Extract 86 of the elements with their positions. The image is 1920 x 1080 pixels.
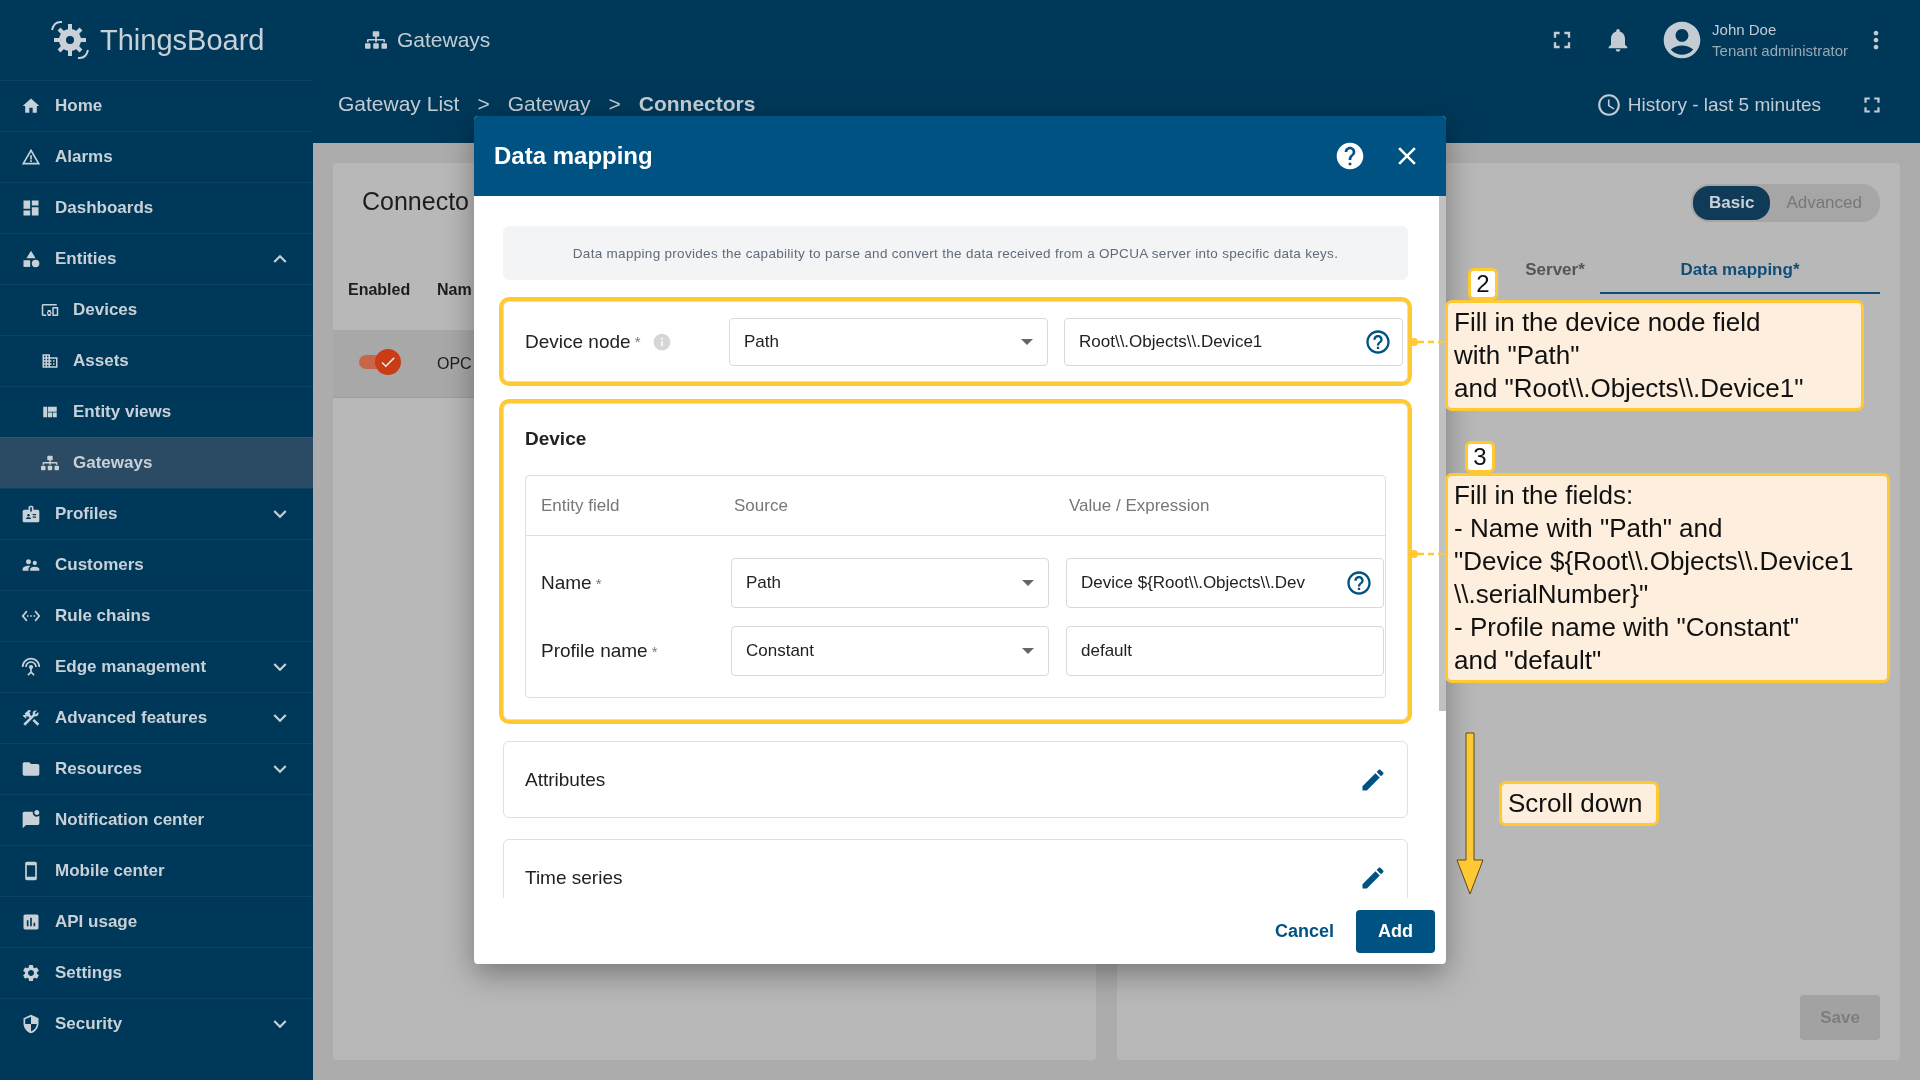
breadcrumb-separator: >	[477, 92, 490, 116]
sidebar-item[interactable]: Edge management	[0, 641, 313, 692]
breadcrumb-link[interactable]: Gateway	[507, 92, 591, 116]
section-panel[interactable]: Attributes	[503, 741, 1408, 818]
dialog-title: Data mapping	[494, 142, 654, 170]
shield-icon	[21, 1014, 41, 1034]
antenna-icon	[21, 657, 41, 677]
help-icon[interactable]	[1364, 327, 1392, 356]
warning-icon	[21, 147, 41, 167]
step-number: 2	[1468, 268, 1498, 300]
column-header: Enabled	[348, 280, 412, 299]
sidebar-item[interactable]: Mobile center	[0, 845, 313, 896]
history-button[interactable]: History - last 5 minutes	[1595, 92, 1821, 118]
app-logo-text: ThingsBoard	[100, 23, 265, 57]
tab[interactable]: Server*	[1510, 252, 1600, 294]
folder-icon	[21, 759, 41, 779]
dropdown-icon	[1022, 580, 1034, 586]
section-title: Device	[524, 427, 588, 451]
dropdown-icon	[1022, 648, 1034, 654]
field-label: Name *	[541, 572, 603, 594]
help-icon[interactable]	[1334, 140, 1366, 172]
chat-icon	[21, 810, 41, 830]
sidebar-item[interactable]: Alarms	[0, 131, 313, 182]
sidebar-item[interactable]: Devices	[0, 284, 313, 335]
value-field[interactable]: Root\\.Objects\\.Device1	[1064, 317, 1403, 366]
tools-icon	[21, 708, 41, 728]
sitemap-icon	[41, 454, 59, 472]
shapes-icon	[21, 249, 41, 269]
sidebar-item[interactable]: Advanced features	[0, 692, 313, 743]
dropdown-icon	[1021, 338, 1033, 345]
sidebar-item[interactable]: Rule chains	[0, 590, 313, 641]
sidebar-item[interactable]: API usage	[0, 896, 313, 947]
callout-note: Fill in the device node field with "Path" and "Root\\.Objects\\.Device1"	[1445, 300, 1864, 411]
scroll-note: Scroll down	[1499, 781, 1659, 826]
sitemap-icon	[365, 29, 387, 51]
cancel-button[interactable]: Cancel	[1268, 910, 1340, 952]
clock-icon	[1595, 92, 1622, 118]
user-role: Tenant administrator	[1712, 42, 1848, 59]
help-icon[interactable]	[1345, 569, 1373, 597]
column-header: Nam	[437, 280, 473, 299]
field-label: Device node *	[525, 330, 713, 353]
tab[interactable]: Data mapping*	[1600, 252, 1880, 294]
sidebar-item[interactable]: Settings	[0, 947, 313, 998]
down-arrow-icon	[1456, 732, 1484, 896]
breadcrumb-link[interactable]: Gateway List	[338, 92, 460, 116]
sidebar-item[interactable]: Entities	[0, 233, 313, 284]
add-button[interactable]: Add	[1356, 909, 1435, 953]
sidebar-item[interactable]: Security	[0, 998, 313, 1049]
callout-note: Fill in the fields: - Name with "Path" and "Device ${Root\\.Objects\\.Device1 \\.serialNumber}" - Profile name with "Constant" and "default"	[1445, 473, 1890, 683]
logo-icon	[48, 18, 92, 62]
section-title: Time series	[525, 866, 623, 889]
user-name: John Doe	[1712, 21, 1778, 38]
sidebar-item[interactable]: Notification center	[0, 794, 313, 845]
value-field[interactable]: Device ${Root\\.Objects\\.Dev	[1066, 558, 1384, 608]
source-select[interactable]: Constant	[731, 626, 1049, 676]
value-field[interactable]: default	[1066, 626, 1384, 676]
table-cell-text: OPC	[437, 354, 473, 373]
column-header: Entity field	[541, 495, 621, 516]
breadcrumb-separator: >	[608, 92, 621, 116]
column-header: Source	[733, 495, 789, 516]
source-select[interactable]: Path	[731, 558, 1049, 608]
gear-icon	[21, 963, 41, 983]
breadcrumb-link[interactable]: Connectors	[638, 92, 756, 116]
info-text: Data mapping provides the capability to parse and convert the data received from a OPCUA server into specific data keys.	[503, 226, 1408, 280]
sidebar-item[interactable]: Gateways	[0, 437, 313, 488]
sidebar-item[interactable]: Dashboards	[0, 182, 313, 233]
leader-line	[1408, 548, 1446, 560]
devices-icon	[41, 301, 59, 319]
sidebar-item[interactable]: Resources	[0, 743, 313, 794]
step-number: 3	[1465, 441, 1495, 473]
section-title: Attributes	[525, 768, 606, 791]
source-select[interactable]: Path	[729, 317, 1048, 366]
sidebar-item[interactable]: Assets	[0, 335, 313, 386]
home-icon	[21, 96, 41, 116]
sidebar-item[interactable]: Customers	[0, 539, 313, 590]
mode-option[interactable]: Basic	[1693, 186, 1771, 220]
chart-icon	[21, 912, 41, 932]
dashboard-icon	[21, 198, 41, 218]
page-title: Gateways	[397, 28, 492, 52]
scrollbar-thumb[interactable]	[1439, 196, 1446, 711]
badge-icon	[21, 504, 41, 524]
card-title: Connecto	[362, 187, 470, 216]
sidebar-item[interactable]: Profiles	[0, 488, 313, 539]
field-label: Profile name *	[541, 640, 659, 662]
column-header: Value / Expression	[1068, 495, 1211, 516]
building-icon	[41, 352, 59, 370]
